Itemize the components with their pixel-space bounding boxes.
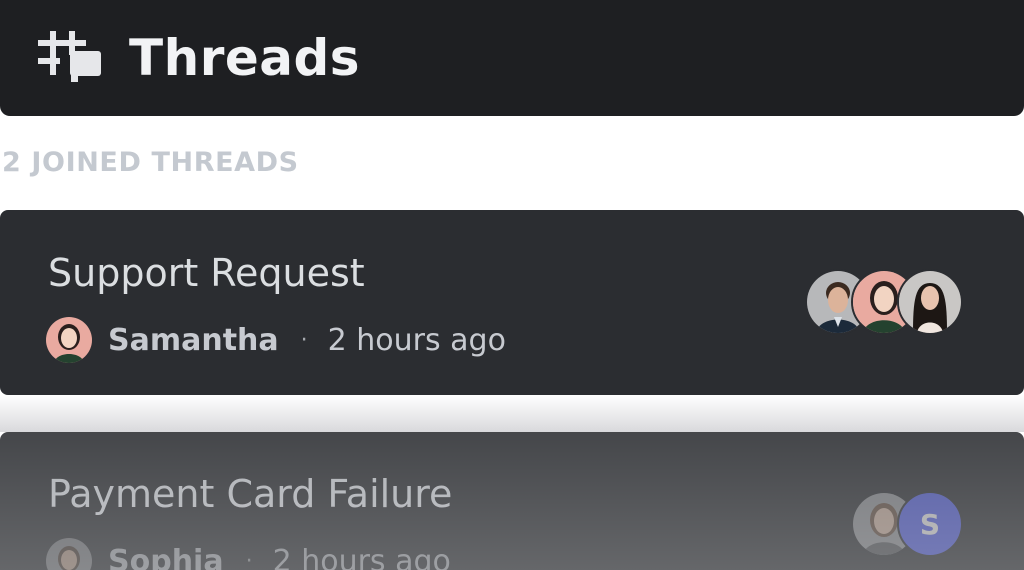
thread-author: Samantha	[108, 322, 279, 358]
joined-threads-label: 2 JOINED THREADS	[2, 147, 299, 178]
threads-header: Threads	[0, 0, 1024, 116]
thread-meta: Sophia · 2 hours ago	[46, 536, 451, 570]
thread-card-payment-card-failure[interactable]: Payment Card Failure Sophia · 2 hours ag…	[0, 432, 1024, 570]
card-divider-shadow	[0, 395, 1024, 432]
thread-time: 2 hours ago	[272, 543, 451, 570]
thread-author: Sophia	[108, 543, 224, 570]
author-avatar	[46, 538, 92, 570]
thread-title: Payment Card Failure	[48, 472, 453, 516]
participant-avatars: S	[851, 491, 965, 557]
thread-time: 2 hours ago	[327, 322, 506, 358]
participant-avatars	[805, 269, 965, 335]
page-title: Threads	[129, 29, 361, 87]
thread-card-support-request[interactable]: Support Request Samantha · 2 hours ago	[0, 210, 1024, 395]
meta-separator: ·	[245, 548, 253, 570]
participant-avatar-letter: S	[897, 491, 963, 557]
meta-separator: ·	[300, 327, 308, 353]
thread-title: Support Request	[48, 251, 365, 295]
thread-meta: Samantha · 2 hours ago	[46, 315, 506, 365]
author-avatar	[46, 317, 92, 363]
threads-icon	[38, 31, 101, 82]
threads-panel: Threads 2 JOINED THREADS Support Request…	[0, 0, 1024, 570]
participant-avatar-woman-long-hair	[897, 269, 963, 335]
